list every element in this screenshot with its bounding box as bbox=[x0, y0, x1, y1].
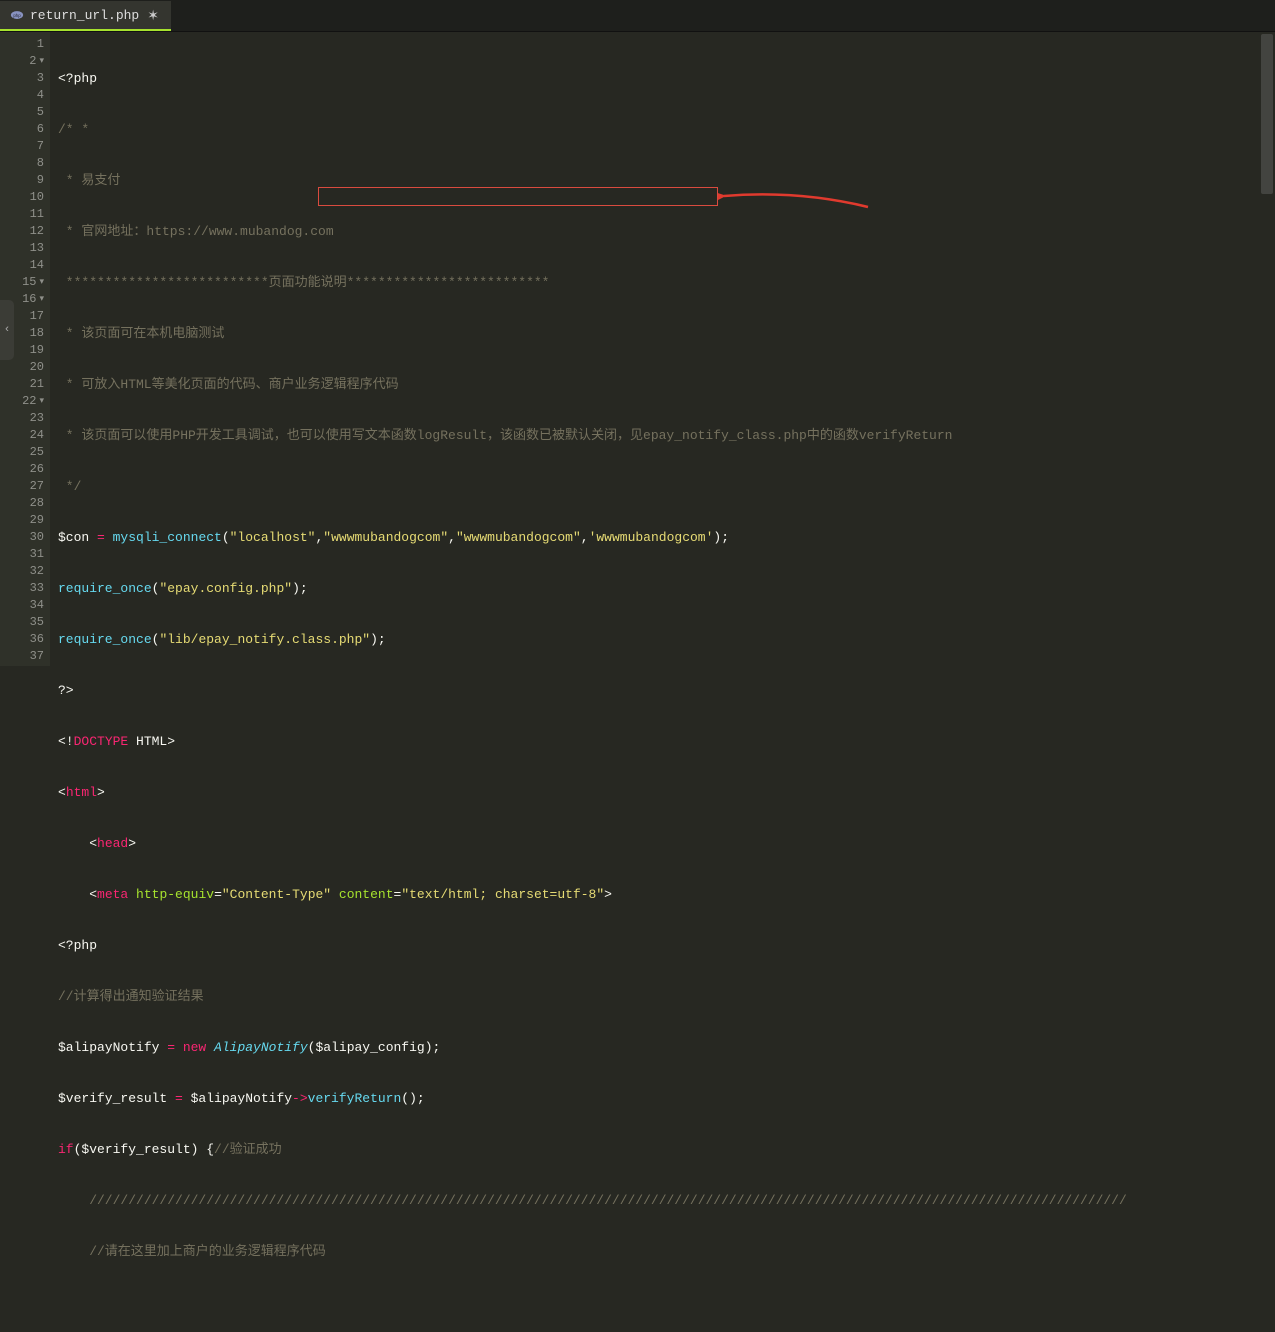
code-token: , bbox=[448, 530, 456, 545]
code-token: <?php bbox=[58, 938, 97, 953]
side-panel-expand[interactable]: ‹ bbox=[0, 300, 14, 360]
code-token: html bbox=[66, 785, 97, 800]
php-file-icon: php bbox=[10, 8, 24, 22]
code-token: if bbox=[58, 1142, 74, 1157]
code-token: content bbox=[339, 887, 394, 902]
code-token: , bbox=[581, 530, 589, 545]
code-token: $alipay_config bbox=[315, 1040, 424, 1055]
svg-text:php: php bbox=[13, 13, 21, 18]
code-editor[interactable]: 1 2 ▾ 3 4 5 6 7 8 9 10 11 12 13 14 15 ▾ … bbox=[0, 32, 1275, 666]
code-token: < bbox=[58, 785, 66, 800]
code-token: verifyReturn bbox=[308, 1091, 402, 1106]
code-token: DOCTYPE bbox=[74, 734, 129, 749]
code-token: = bbox=[89, 530, 112, 545]
code-token: $verify_result bbox=[81, 1142, 190, 1157]
code-token bbox=[128, 887, 136, 902]
code-token: mysqli_connect bbox=[113, 530, 222, 545]
code-token: ////////////////////////////////////////… bbox=[58, 1193, 1127, 1208]
code-token: ( bbox=[74, 1142, 82, 1157]
code-token: require_once bbox=[58, 581, 152, 596]
code-token: <! bbox=[58, 734, 74, 749]
code-token: $alipayNotify bbox=[191, 1091, 292, 1106]
code-token: = bbox=[159, 1040, 182, 1055]
code-token: * 易支付 bbox=[58, 173, 120, 188]
code-token: 'wwwmubandogcom' bbox=[589, 530, 714, 545]
code-token: > bbox=[97, 785, 105, 800]
code-token: ( bbox=[222, 530, 230, 545]
code-token: ); bbox=[370, 632, 386, 647]
code-token: > bbox=[167, 734, 175, 749]
tab-close-icon[interactable]: ✶ bbox=[145, 7, 161, 24]
tab-filename: return_url.php bbox=[30, 8, 139, 23]
code-token: "wwwmubandogcom" bbox=[456, 530, 581, 545]
annotation-highlight bbox=[318, 187, 718, 206]
scrollbar-thumb[interactable] bbox=[1261, 34, 1273, 194]
code-token: //计算得出通知验证结果 bbox=[58, 989, 204, 1004]
code-token: //验证成功 bbox=[214, 1142, 282, 1157]
fold-icon[interactable]: ▾ bbox=[39, 274, 44, 291]
code-token: < bbox=[58, 887, 97, 902]
code-token: AlipayNotify bbox=[214, 1040, 308, 1055]
code-token: = bbox=[394, 887, 402, 902]
code-token: ?> bbox=[58, 683, 74, 698]
code-token: > bbox=[128, 836, 136, 851]
code-token: **************************页面功能说明********… bbox=[58, 275, 549, 290]
code-token: HTML bbox=[128, 734, 167, 749]
code-token: head bbox=[97, 836, 128, 851]
code-token: ( bbox=[308, 1040, 316, 1055]
code-token: * 该页面可在本机电脑测试 bbox=[58, 326, 224, 341]
code-token bbox=[206, 1040, 214, 1055]
code-token bbox=[331, 887, 339, 902]
code-token: /* * bbox=[58, 122, 89, 137]
tab-bar: php return_url.php ✶ bbox=[0, 0, 1275, 32]
code-token: ); bbox=[292, 581, 308, 596]
code-token: //请在这里加上商户的业务逻辑程序代码 bbox=[58, 1244, 326, 1259]
code-token: = bbox=[167, 1091, 190, 1106]
code-token: (); bbox=[401, 1091, 424, 1106]
code-token: "Content-Type" bbox=[222, 887, 331, 902]
code-token: * 官网地址：https://www.mubandog.com bbox=[58, 224, 334, 239]
code-token: $con bbox=[58, 530, 89, 545]
file-tab[interactable]: php return_url.php ✶ bbox=[0, 1, 171, 31]
code-token: * 该页面可以使用PHP开发工具调试，也可以使用写文本函数logResult，该… bbox=[58, 428, 952, 443]
code-token: > bbox=[604, 887, 612, 902]
code-token: $verify_result bbox=[58, 1091, 167, 1106]
code-token: meta bbox=[97, 887, 128, 902]
code-token: "text/html; charset=utf-8" bbox=[401, 887, 604, 902]
code-token: < bbox=[58, 836, 97, 851]
code-token: require_once bbox=[58, 632, 152, 647]
vertical-scrollbar[interactable] bbox=[1261, 34, 1273, 664]
code-token: $alipayNotify bbox=[58, 1040, 159, 1055]
code-token: "wwwmubandogcom" bbox=[323, 530, 448, 545]
code-token: ); bbox=[425, 1040, 441, 1055]
code-token: ) { bbox=[191, 1142, 214, 1157]
code-token: */ bbox=[58, 479, 81, 494]
code-token: http-equiv bbox=[136, 887, 214, 902]
code-token: ); bbox=[713, 530, 729, 545]
code-token: * 可放入HTML等美化页面的代码、商户业务逻辑程序代码 bbox=[58, 377, 399, 392]
fold-icon[interactable]: ▾ bbox=[39, 393, 44, 410]
code-area[interactable]: <?php /* * * 易支付 * 官网地址：https://www.muba… bbox=[50, 32, 1275, 666]
code-token: new bbox=[183, 1040, 206, 1055]
fold-icon[interactable]: ▾ bbox=[39, 53, 44, 70]
code-token: <?php bbox=[58, 71, 97, 86]
code-token: "epay.config.php" bbox=[159, 581, 292, 596]
fold-icon[interactable]: ▾ bbox=[39, 291, 44, 308]
code-token: = bbox=[214, 887, 222, 902]
code-token: "localhost" bbox=[230, 530, 316, 545]
code-token: -> bbox=[292, 1091, 308, 1106]
code-token: "lib/epay_notify.class.php" bbox=[159, 632, 370, 647]
